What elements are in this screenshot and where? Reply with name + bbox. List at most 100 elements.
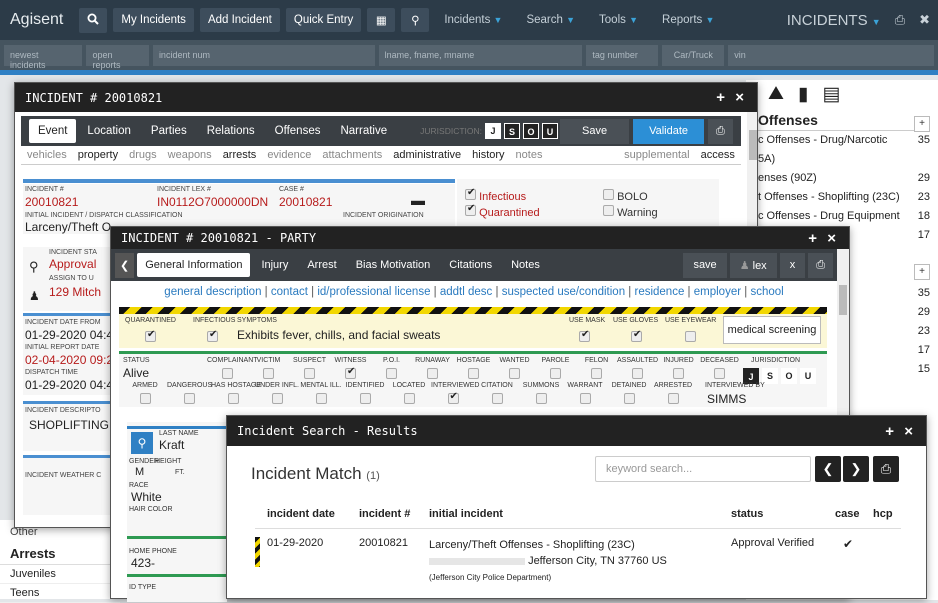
checkbox[interactable] (386, 368, 397, 379)
link-access[interactable]: access (701, 149, 735, 161)
col-hcp[interactable]: hcp (873, 508, 901, 520)
link-id-professional-license[interactable]: id/professional license (317, 286, 430, 298)
tag-number-input[interactable]: tag number (586, 44, 659, 66)
map-marker-icon[interactable]: ⚲ (401, 8, 430, 32)
back-icon[interactable]: ❮ (115, 252, 135, 278)
link-administrative[interactable]: administrative (393, 149, 461, 161)
close-icon[interactable]: × (827, 230, 839, 247)
print-icon[interactable]: ⎙ (873, 456, 899, 482)
close-icon[interactable]: × (735, 89, 747, 106)
assign-value[interactable]: 129 Mitch (49, 285, 101, 299)
report-date-value[interactable]: 02-04-2020 09:2 (25, 353, 113, 367)
checkbox[interactable] (465, 187, 476, 200)
link-property[interactable]: property (78, 149, 118, 161)
prev-page-icon[interactable]: ❮ (815, 456, 841, 482)
infectious-flag[interactable]: Infectious (465, 187, 526, 203)
quarantined-flag[interactable]: Quarantined (465, 203, 540, 219)
list-item[interactable]: Juveniles (0, 565, 120, 584)
list-item[interactable]: Teens (0, 584, 120, 603)
link-supplemental[interactable]: supplemental (624, 149, 689, 161)
offense-row[interactable]: t Offenses - Shoplifting (23C) 23 (746, 188, 938, 207)
scrollbar-thumb[interactable] (748, 130, 757, 160)
checkbox[interactable] (345, 366, 356, 379)
link-history[interactable]: history (472, 149, 504, 161)
keyword-search-input[interactable]: keyword search... (595, 456, 811, 482)
maximize-icon[interactable]: + (808, 230, 820, 247)
party-window-titlebar[interactable]: INCIDENT # 20010821 - PARTY + × (111, 227, 849, 249)
folder-icon[interactable]: ▬ (411, 192, 425, 208)
quick-entry-button[interactable]: Quick Entry (285, 8, 362, 32)
link-weapons[interactable]: weapons (168, 149, 212, 161)
tab-event[interactable]: Event (29, 119, 77, 143)
checkbox[interactable] (447, 391, 459, 404)
checkbox[interactable] (183, 393, 195, 404)
last-name-value[interactable]: Kraft (159, 438, 184, 452)
tab-parties[interactable]: Parties (142, 119, 196, 143)
tab-arrest[interactable]: Arrest (299, 253, 344, 277)
menu-incidents[interactable]: Incidents ▼ (435, 14, 511, 26)
checkbox[interactable] (623, 393, 635, 404)
link-school[interactable]: school (750, 286, 783, 298)
close-icon[interactable]: × (904, 423, 916, 440)
checkbox[interactable] (465, 203, 476, 216)
col-incident-date[interactable]: incident date (255, 508, 359, 520)
scrollbar-thumb[interactable] (839, 285, 847, 315)
expand-icon[interactable]: + (914, 116, 930, 132)
status-value[interactable]: Alive (123, 366, 149, 380)
use-eyewear-checkbox[interactable] (685, 331, 696, 342)
link-evidence[interactable]: evidence (267, 149, 311, 161)
menu-search[interactable]: Search ▼ (517, 14, 584, 26)
print-icon[interactable]: ⎙ (708, 118, 733, 144)
incidents-dropdown[interactable]: INCIDENTS ▼ (787, 12, 881, 29)
checkbox[interactable] (468, 368, 479, 379)
close-party-button[interactable]: x (779, 252, 806, 278)
link-employer[interactable]: employer (694, 286, 741, 298)
jurisdiction-u[interactable]: U (542, 123, 559, 139)
checkbox[interactable] (603, 205, 614, 216)
search-icon[interactable]: ⚲ (131, 432, 153, 454)
link-arrests[interactable]: arrests (223, 149, 257, 161)
jurisdiction-j[interactable]: J (485, 123, 502, 139)
tab-bias-motivation[interactable]: Bias Motivation (348, 253, 439, 277)
checkbox[interactable] (550, 368, 561, 379)
description-value[interactable]: SHOPLIFTING (29, 418, 109, 432)
symptoms-value[interactable]: Exhibits fever, chills, and facial sweat… (237, 328, 440, 342)
jurisdiction-u[interactable]: U (800, 368, 816, 384)
calculator-icon[interactable]: ▦ (367, 8, 396, 32)
col-incident-num[interactable]: incident # (359, 508, 429, 520)
jurisdiction-o[interactable]: O (781, 368, 797, 384)
checkbox[interactable] (222, 368, 233, 379)
vin-input[interactable]: vin (728, 44, 935, 66)
table-row[interactable]: 01-29-2020 20010821 Larceny/Theft Offens… (255, 529, 901, 594)
status-value[interactable]: Approval (49, 257, 96, 271)
tab-injury[interactable]: Injury (253, 253, 296, 277)
tab-notes[interactable]: Notes (503, 253, 548, 277)
case-num-value[interactable]: 20010821 (279, 195, 332, 209)
menu-tools[interactable]: Tools ▼ (590, 14, 647, 26)
checkbox[interactable] (673, 368, 684, 379)
checkbox[interactable] (304, 368, 315, 379)
checkbox[interactable] (535, 393, 547, 404)
link-residence[interactable]: residence (634, 286, 684, 298)
save-button[interactable]: Save (560, 118, 630, 144)
close-icon[interactable]: ✖ (919, 12, 930, 28)
app-brand[interactable]: Agisent (8, 11, 73, 29)
checkbox[interactable] (667, 393, 679, 404)
checkbox[interactable] (603, 189, 614, 200)
save-button[interactable]: save (683, 252, 727, 278)
checkbox[interactable] (271, 393, 283, 404)
initial-incident-value[interactable]: Larceny/Theft O (25, 220, 111, 234)
checkbox[interactable] (315, 393, 327, 404)
medical-screening-button[interactable]: medical screening (723, 316, 821, 344)
checkbox[interactable] (509, 368, 520, 379)
link-general-description[interactable]: general description (164, 286, 261, 298)
offense-row[interactable]: enses (90Z) 29 (746, 169, 938, 188)
search-window-titlebar[interactable]: Incident Search - Results + × (227, 416, 926, 446)
col-initial-incident[interactable]: initial incident (429, 508, 731, 520)
use-mask-checkbox[interactable] (579, 329, 590, 342)
link-suspected-use-condition[interactable]: suspected use/condition (502, 286, 625, 298)
lex-button[interactable]: ♟ lex (729, 252, 777, 278)
checkbox[interactable] (714, 368, 725, 379)
search-icon[interactable] (79, 7, 108, 33)
jurisdiction-o[interactable]: O (523, 123, 540, 139)
